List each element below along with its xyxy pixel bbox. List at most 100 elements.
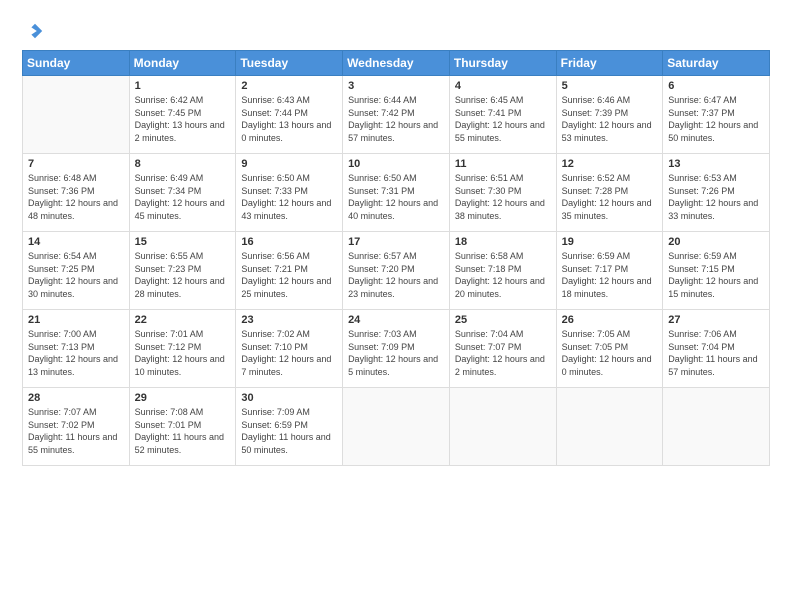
day-number: 27 [668, 314, 764, 326]
day-cell: 18 Sunrise: 6:58 AMSunset: 7:18 PMDayligh… [449, 232, 556, 310]
day-cell [663, 388, 770, 466]
day-info: Sunrise: 6:50 AMSunset: 7:31 PMDaylight:… [348, 172, 444, 222]
day-info: Sunrise: 6:54 AMSunset: 7:25 PMDaylight:… [28, 250, 124, 300]
day-number: 10 [348, 158, 444, 170]
day-cell: 3 Sunrise: 6:44 AMSunset: 7:42 PMDaylight… [343, 76, 450, 154]
calendar-table: Sunday Monday Tuesday Wednesday Thursday… [22, 50, 770, 466]
day-number: 25 [455, 314, 551, 326]
day-info: Sunrise: 6:58 AMSunset: 7:18 PMDaylight:… [455, 250, 551, 300]
day-number: 1 [135, 80, 231, 92]
header-wednesday: Wednesday [343, 51, 450, 76]
day-info: Sunrise: 7:07 AMSunset: 7:02 PMDaylight:… [28, 406, 124, 456]
day-info: Sunrise: 7:09 AMSunset: 6:59 PMDaylight:… [241, 406, 337, 456]
day-info: Sunrise: 6:42 AMSunset: 7:45 PMDaylight:… [135, 94, 231, 144]
week-row-1: 1 Sunrise: 6:42 AMSunset: 7:45 PMDaylight… [23, 76, 770, 154]
day-cell: 2 Sunrise: 6:43 AMSunset: 7:44 PMDaylight… [236, 76, 343, 154]
day-cell: 4Sunrise: 6:45 AMSunset: 7:41 PMDaylight… [449, 76, 556, 154]
day-info: Sunrise: 6:53 AMSunset: 7:26 PMDaylight:… [668, 172, 764, 222]
day-info: Sunrise: 6:46 AMSunset: 7:39 PMDaylight:… [562, 94, 658, 144]
day-info: Sunrise: 6:59 AMSunset: 7:15 PMDaylight:… [668, 250, 764, 300]
day-cell: 27 Sunrise: 7:06 AMSunset: 7:04 PMDayligh… [663, 310, 770, 388]
header-monday: Monday [129, 51, 236, 76]
day-number: 16 [241, 236, 337, 248]
day-info: Sunrise: 7:05 AMSunset: 7:05 PMDaylight:… [562, 328, 658, 378]
day-number: 20 [668, 236, 764, 248]
day-cell [343, 388, 450, 466]
day-number: 11 [455, 158, 551, 170]
day-cell: 14 Sunrise: 6:54 AMSunset: 7:25 PMDayligh… [23, 232, 130, 310]
day-cell: 29 Sunrise: 7:08 AMSunset: 7:01 PMDayligh… [129, 388, 236, 466]
day-number: 18 [455, 236, 551, 248]
day-cell: 9Sunrise: 6:50 AMSunset: 7:33 PMDaylight… [236, 154, 343, 232]
header-sunday: Sunday [23, 51, 130, 76]
day-cell: 28 Sunrise: 7:07 AMSunset: 7:02 PMDayligh… [23, 388, 130, 466]
header-tuesday: Tuesday [236, 51, 343, 76]
day-number: 8 [135, 158, 231, 170]
day-cell: 1 Sunrise: 6:42 AMSunset: 7:45 PMDaylight… [129, 76, 236, 154]
day-cell: 7Sunrise: 6:48 AMSunset: 7:36 PMDaylight… [23, 154, 130, 232]
day-number: 5 [562, 80, 658, 92]
day-info: Sunrise: 6:51 AMSunset: 7:30 PMDaylight:… [455, 172, 551, 222]
page: Sunday Monday Tuesday Wednesday Thursday… [0, 0, 792, 612]
day-info: Sunrise: 6:43 AMSunset: 7:44 PMDaylight:… [241, 94, 337, 144]
day-cell: 24 Sunrise: 7:03 AMSunset: 7:09 PMDayligh… [343, 310, 450, 388]
day-number: 19 [562, 236, 658, 248]
day-info: Sunrise: 6:59 AMSunset: 7:17 PMDaylight:… [562, 250, 658, 300]
day-number: 9 [241, 158, 337, 170]
logo-icon [26, 22, 44, 40]
day-number: 14 [28, 236, 124, 248]
day-cell: 23 Sunrise: 7:02 AMSunset: 7:10 PMDayligh… [236, 310, 343, 388]
header-saturday: Saturday [663, 51, 770, 76]
day-cell: 8 Sunrise: 6:49 AMSunset: 7:34 PMDaylight… [129, 154, 236, 232]
day-info: Sunrise: 7:01 AMSunset: 7:12 PMDaylight:… [135, 328, 231, 378]
day-cell: 17 Sunrise: 6:57 AMSunset: 7:20 PMDayligh… [343, 232, 450, 310]
week-row-3: 14 Sunrise: 6:54 AMSunset: 7:25 PMDayligh… [23, 232, 770, 310]
day-cell: 22 Sunrise: 7:01 AMSunset: 7:12 PMDayligh… [129, 310, 236, 388]
day-cell: 5 Sunrise: 6:46 AMSunset: 7:39 PMDaylight… [556, 76, 663, 154]
day-cell: 6 Sunrise: 6:47 AMSunset: 7:37 PMDaylight… [663, 76, 770, 154]
day-cell [556, 388, 663, 466]
day-info: Sunrise: 6:55 AMSunset: 7:23 PMDaylight:… [135, 250, 231, 300]
day-info: Sunrise: 7:00 AMSunset: 7:13 PMDaylight:… [28, 328, 124, 378]
day-number: 15 [135, 236, 231, 248]
day-number: 2 [241, 80, 337, 92]
day-info: Sunrise: 6:47 AMSunset: 7:37 PMDaylight:… [668, 94, 764, 144]
day-number: 12 [562, 158, 658, 170]
day-number: 6 [668, 80, 764, 92]
day-info: Sunrise: 6:57 AMSunset: 7:20 PMDaylight:… [348, 250, 444, 300]
header-thursday: Thursday [449, 51, 556, 76]
day-info: Sunrise: 7:03 AMSunset: 7:09 PMDaylight:… [348, 328, 444, 378]
day-number: 17 [348, 236, 444, 248]
day-info: Sunrise: 6:52 AMSunset: 7:28 PMDaylight:… [562, 172, 658, 222]
day-number: 24 [348, 314, 444, 326]
weekday-header-row: Sunday Monday Tuesday Wednesday Thursday… [23, 51, 770, 76]
day-info: Sunrise: 7:02 AMSunset: 7:10 PMDaylight:… [241, 328, 337, 378]
day-cell [23, 76, 130, 154]
day-cell: 15 Sunrise: 6:55 AMSunset: 7:23 PMDayligh… [129, 232, 236, 310]
header-area [22, 18, 770, 40]
day-cell: 20 Sunrise: 6:59 AMSunset: 7:15 PMDayligh… [663, 232, 770, 310]
day-number: 29 [135, 392, 231, 404]
day-cell: 16Sunrise: 6:56 AMSunset: 7:21 PMDayligh… [236, 232, 343, 310]
day-number: 30 [241, 392, 337, 404]
week-row-4: 21 Sunrise: 7:00 AMSunset: 7:13 PMDayligh… [23, 310, 770, 388]
day-cell: 12 Sunrise: 6:52 AMSunset: 7:28 PMDayligh… [556, 154, 663, 232]
day-number: 21 [28, 314, 124, 326]
day-info: Sunrise: 6:45 AMSunset: 7:41 PMDaylight:… [455, 94, 551, 144]
day-cell: 26 Sunrise: 7:05 AMSunset: 7:05 PMDayligh… [556, 310, 663, 388]
day-info: Sunrise: 6:49 AMSunset: 7:34 PMDaylight:… [135, 172, 231, 222]
day-number: 28 [28, 392, 124, 404]
day-cell: 30 Sunrise: 7:09 AMSunset: 6:59 PMDayligh… [236, 388, 343, 466]
day-cell [449, 388, 556, 466]
day-info: Sunrise: 7:06 AMSunset: 7:04 PMDaylight:… [668, 328, 764, 378]
day-cell: 13 Sunrise: 6:53 AMSunset: 7:26 PMDayligh… [663, 154, 770, 232]
day-info: Sunrise: 6:44 AMSunset: 7:42 PMDaylight:… [348, 94, 444, 144]
day-info: Sunrise: 7:08 AMSunset: 7:01 PMDaylight:… [135, 406, 231, 456]
day-number: 3 [348, 80, 444, 92]
day-number: 23 [241, 314, 337, 326]
day-number: 22 [135, 314, 231, 326]
day-number: 26 [562, 314, 658, 326]
day-number: 13 [668, 158, 764, 170]
day-cell: 25Sunrise: 7:04 AMSunset: 7:07 PMDayligh… [449, 310, 556, 388]
week-row-5: 28 Sunrise: 7:07 AMSunset: 7:02 PMDayligh… [23, 388, 770, 466]
